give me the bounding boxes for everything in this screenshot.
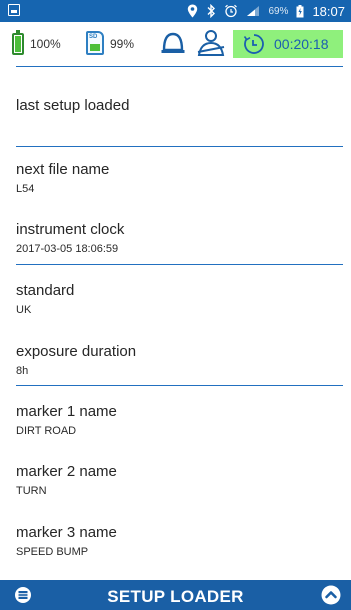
person-icon [195, 29, 227, 57]
setting-value: SPEED BUMP [16, 546, 89, 558]
battery-charging-icon [296, 3, 304, 19]
location-icon [187, 3, 198, 19]
setting-last-setup-loaded[interactable]: last setup loaded [16, 97, 341, 115]
instrument-info-bar: 100% SD 99% 00:20:18 [0, 22, 351, 66]
battery-label: 100% [30, 37, 61, 51]
setting-value: TURN [16, 485, 47, 497]
timer-clock-icon [243, 33, 265, 55]
setting-label: marker 3 name [16, 524, 117, 541]
battery-level-fill [15, 36, 21, 52]
status-bar: 69% 18:07 [0, 0, 351, 22]
setting-label: exposure duration [16, 343, 137, 360]
alarm-icon [224, 3, 238, 19]
setting-label: instrument clock [16, 221, 125, 238]
setup-list: last setup loaded next file name L54 ins… [0, 66, 351, 578]
setting-marker-1-name[interactable]: marker 1 name DIRT ROAD [16, 403, 341, 438]
status-icons: 69% 18:07 [187, 3, 345, 19]
setting-value: DIRT ROAD [16, 425, 77, 437]
setting-label: last setup loaded [16, 97, 130, 114]
setting-standard[interactable]: standard UK [16, 282, 341, 317]
timer-value: 00:20:18 [274, 36, 329, 52]
bottom-bar: SETUP LOADER [0, 580, 351, 610]
screenshot-icon [8, 4, 20, 16]
setting-value: UK [16, 304, 32, 316]
sd-card-level [90, 44, 100, 51]
setting-marker-2-name[interactable]: marker 2 name TURN [16, 463, 341, 498]
sd-card-icon: SD [86, 31, 104, 55]
divider [16, 146, 343, 147]
setting-value: 2017-03-05 18:06:59 [16, 243, 119, 255]
setting-marker-3-name[interactable]: marker 3 name SPEED BUMP [16, 524, 341, 559]
setting-next-file-name[interactable]: next file name L54 [16, 161, 341, 196]
bluetooth-icon [206, 3, 216, 19]
chevron-up-icon[interactable] [321, 585, 341, 605]
instrument-battery-icon [12, 30, 24, 55]
sd-card-label: 99% [110, 37, 135, 51]
divider [16, 66, 343, 67]
setting-value: 8h [16, 365, 29, 377]
setting-value: L54 [16, 183, 35, 195]
app-screen: 69% 18:07 100% SD 99% 00:20:18 last setu… [0, 0, 351, 610]
bell-icon [160, 31, 186, 55]
setting-exposure-duration[interactable]: exposure duration 8h [16, 343, 341, 378]
divider [16, 264, 343, 265]
setting-label: standard [16, 282, 75, 299]
setting-label: marker 2 name [16, 463, 117, 480]
setting-instrument-clock[interactable]: instrument clock 2017-03-05 18:06:59 [16, 221, 341, 256]
divider [16, 385, 343, 386]
status-time: 18:07 [312, 3, 345, 19]
setting-label: marker 1 name [16, 403, 117, 420]
setting-label: next file name [16, 161, 110, 178]
bottom-bar-title: SETUP LOADER [107, 587, 244, 606]
sd-card-text: SD [89, 34, 98, 40]
measurement-timer: 00:20:18 [233, 30, 343, 58]
battery-percent: 69% [268, 5, 289, 17]
signal-icon [246, 3, 260, 19]
